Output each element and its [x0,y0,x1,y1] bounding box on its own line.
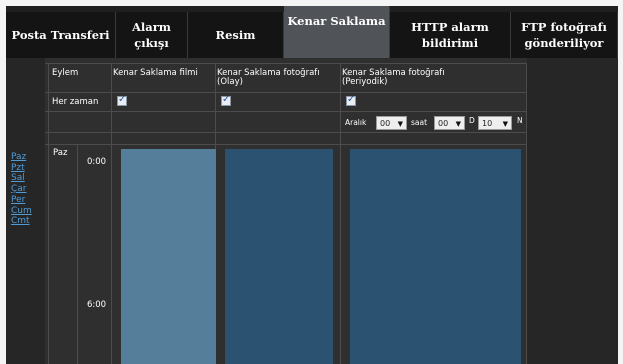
grid-line [45,63,527,64]
checkbox-film-always[interactable]: ✓ [117,94,127,106]
day-link-cum[interactable]: Cum [11,206,45,217]
schedule-block-photo-event[interactable] [225,149,333,364]
dropdown-arrow-icon: ▼ [502,120,508,128]
checkmark-icon: ✓ [222,94,231,105]
schedule-block-photo-periodic[interactable] [350,149,521,364]
checkmark-icon: ✓ [347,94,356,105]
grid-line [77,144,78,364]
interval-label: Aralık [345,118,367,127]
tab-ftp-fotografi-gonderiliyor[interactable]: FTP fotoğrafı gönderiliyor [511,12,618,58]
grid-line [48,63,49,364]
interval-select-2[interactable]: 00 ▼ [434,116,465,130]
tab-kenar-saklama[interactable]: Kenar Saklama [284,6,390,58]
interval-select-3[interactable]: 10 ▼ [478,116,512,130]
tab-resim[interactable]: Resim [188,12,284,58]
saat-label: saat [411,118,428,127]
tab-alarm-cikisi[interactable]: Alarm çıkışı [116,12,188,58]
tab-bar: Posta Transferi Alarm çıkışı Resim Kenar… [6,6,618,58]
app-frame: Posta Transferi Alarm çıkışı Resim Kenar… [6,6,618,364]
time-label-0000: 0:00 [87,157,107,167]
time-label-0600: 6:00 [87,300,107,310]
day-label: Paz [53,148,68,158]
interval-select-1[interactable]: 00 ▼ [376,116,407,130]
column-header-film: Kenar Saklama filmi [113,68,198,78]
day-link-pzt[interactable]: Pzt [11,163,45,174]
checkbox-photo-periodic-always[interactable]: ✓ [346,94,356,106]
tab-posta-transferi[interactable]: Posta Transferi [6,12,116,58]
grid-line [45,132,527,133]
day-link-sal[interactable]: Sal [11,173,45,184]
day-link-cmt[interactable]: Cmt [11,216,45,227]
dropdown-arrow-icon: ▼ [397,120,403,128]
grid-line [111,63,112,364]
day-link-paz[interactable]: Paz [11,152,45,163]
day-sidebar: Paz Pzt Sal Çar Per Cum Cmt [6,58,45,364]
grid-line [45,111,527,112]
day-link-per[interactable]: Per [11,195,45,206]
action-label: Eylem [52,68,79,78]
d-label: D [469,116,475,125]
interval-value-1: 00 [380,119,391,128]
column-header-photo-event: Kenar Saklama fotoğrafı (Olay) [217,68,320,87]
dropdown-arrow-icon: ▼ [455,120,461,128]
day-links: Paz Pzt Sal Çar Per Cum Cmt [11,152,45,227]
n-label: N [517,116,523,125]
checkmark-icon: ✓ [118,94,127,105]
interval-value-2: 00 [438,119,449,128]
checkbox-photo-event-always[interactable]: ✓ [221,94,231,106]
grid-line [45,92,527,93]
schedule-panel: Paz Pzt Sal Çar Per Cum Cmt Eylem Kenar … [6,58,618,364]
interval-value-3: 10 [482,119,493,128]
grid-line [340,63,341,364]
day-link-car[interactable]: Çar [11,184,45,195]
always-label: Her zaman [52,97,99,107]
schedule-block-film[interactable] [121,149,216,364]
grid-line [45,144,527,145]
right-panel [527,58,618,364]
column-header-photo-periodic: Kenar Saklama fotoğrafı (Periyodik) [342,68,445,87]
tab-http-alarm-bildirimi[interactable]: HTTP alarm bildirimi [390,12,511,58]
schedule-grid: Eylem Kenar Saklama filmi Kenar Saklama … [45,58,527,364]
